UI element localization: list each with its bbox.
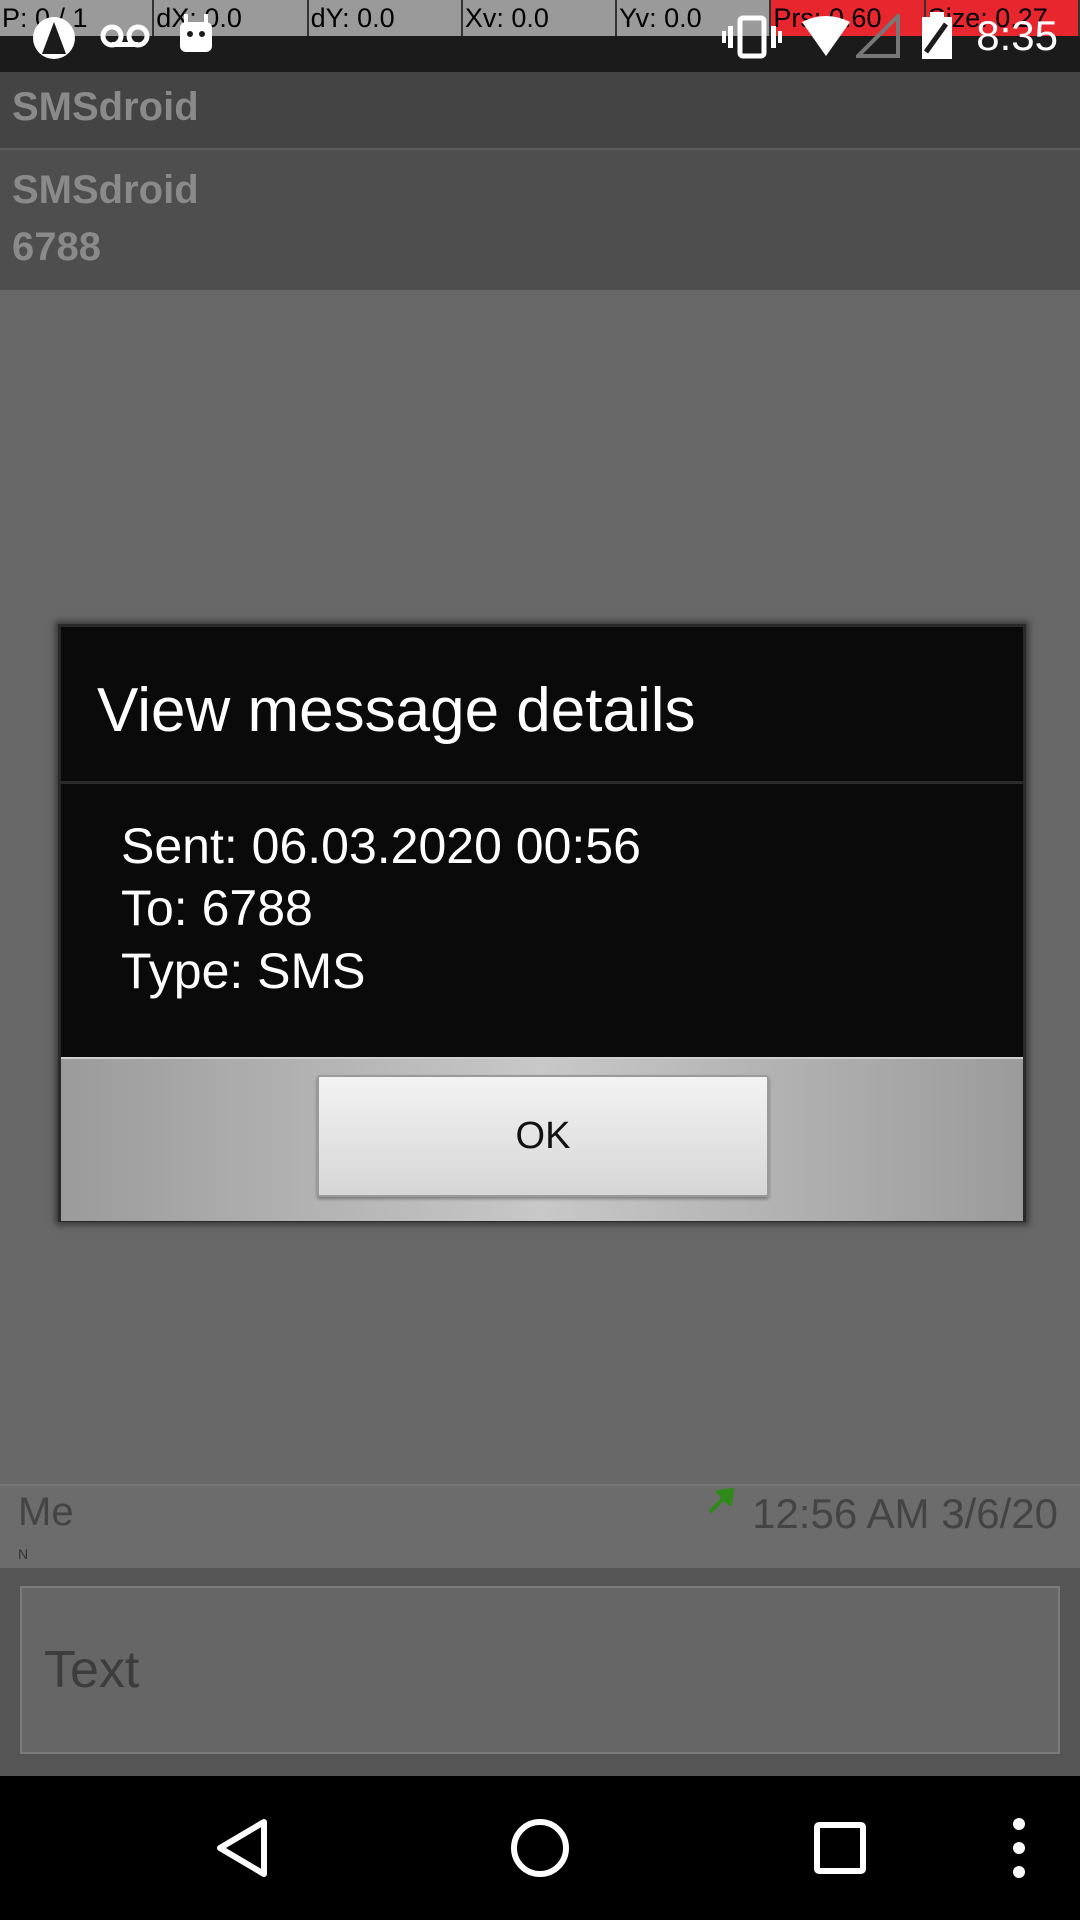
vibrate-icon (722, 15, 782, 59)
overlay-xv: Xv: 0.0 (463, 0, 618, 36)
conversation-name: SMSdroid (12, 168, 199, 212)
recents-icon[interactable] (812, 1820, 868, 1876)
home-icon[interactable] (508, 1816, 572, 1880)
detail-sent: Sent: 06.03.2020 00:56 (121, 818, 641, 874)
sent-arrow-icon (708, 1488, 734, 1514)
message-time: 12:56 AM 3/6/20 (752, 1490, 1058, 1537)
detail-type: Type: SMS (121, 943, 366, 999)
signal-icon (856, 14, 900, 58)
ok-button[interactable]: OK (317, 1075, 769, 1197)
overflow-menu-icon[interactable] (1004, 1816, 1034, 1880)
pointer-location-overlay: P: 0 / 1 dX: 0.0 dY: 0.0 Xv: 0.0 Yv: 0.0… (0, 0, 1080, 36)
dialog-divider (61, 781, 1023, 784)
detail-to: To: 6788 (121, 880, 313, 936)
wifi-icon (802, 16, 850, 56)
dialog-button-bar: OK (61, 1057, 1023, 1221)
voicemail-icon (100, 24, 150, 48)
app-notification-icon (33, 17, 75, 59)
android-icon (180, 14, 212, 52)
conversation-number: 6788 (12, 225, 101, 269)
overlay-dy: dY: 0.0 (309, 0, 463, 36)
back-icon[interactable] (212, 1816, 272, 1880)
message-text-input[interactable] (20, 1586, 1060, 1754)
status-clock: 8:35 (976, 12, 1058, 59)
message-details-dialog: View message details Sent: 06.03.2020 00… (58, 624, 1026, 1222)
message-flag: N (18, 1546, 29, 1562)
dialog-title: View message details (97, 676, 696, 745)
app-title: SMSdroid (12, 85, 199, 129)
battery-icon (922, 12, 952, 59)
message-sender: Me (18, 1490, 74, 1534)
